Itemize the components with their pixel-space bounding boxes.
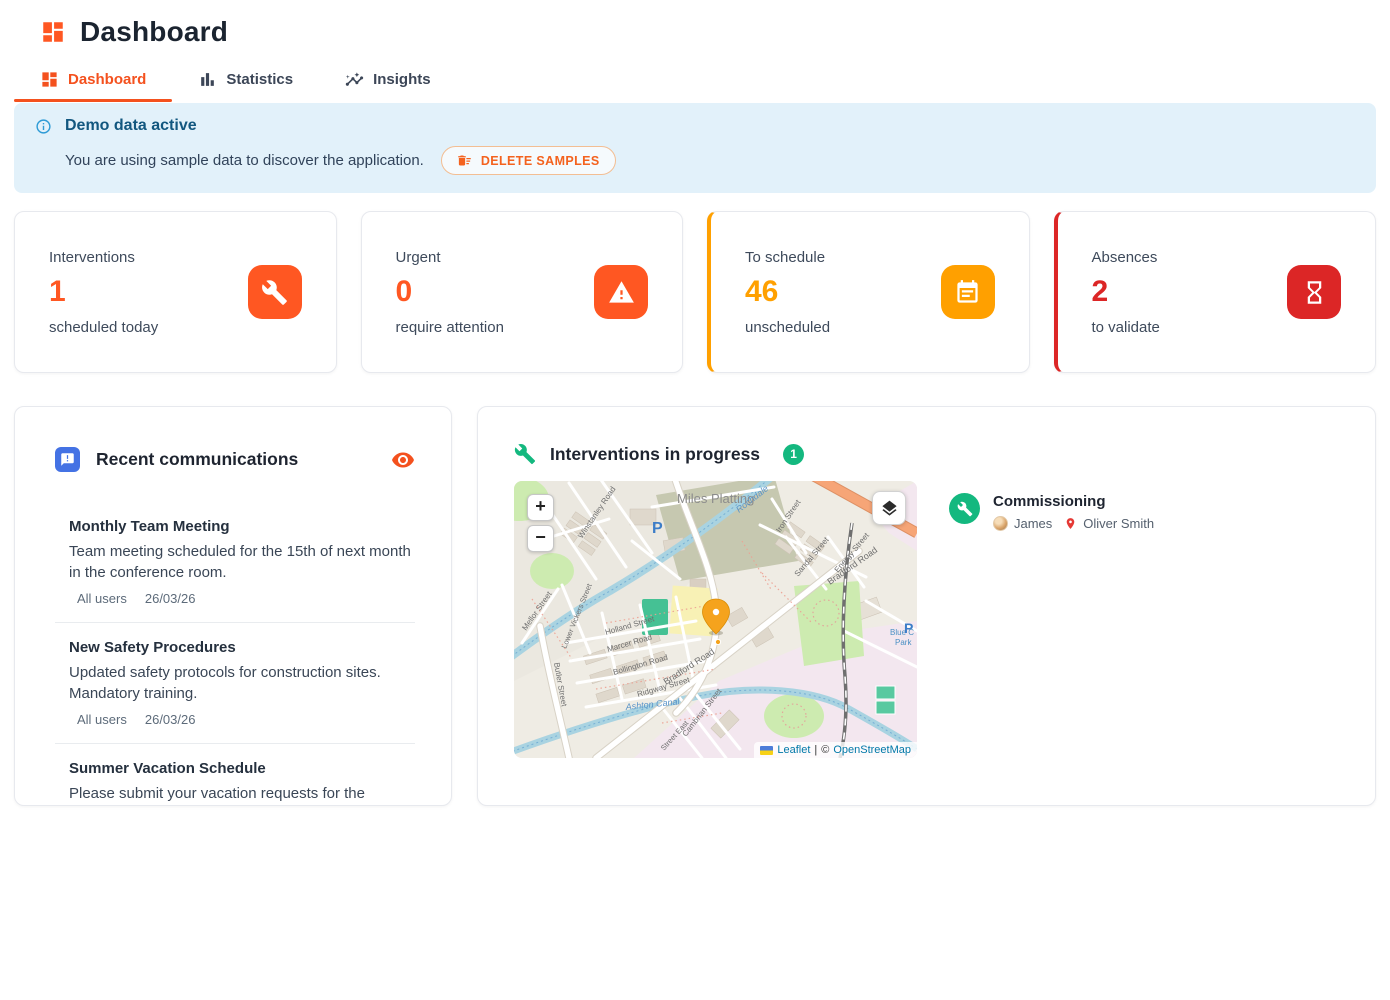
leaflet-map[interactable]: Miles Platting Rochdale Winstanley Road …: [514, 481, 917, 758]
avatar: [993, 516, 1008, 531]
parking-icon: P: [904, 620, 913, 636]
layers-button[interactable]: [872, 491, 906, 525]
tab-label: Dashboard: [68, 71, 146, 88]
stat-label: Interventions: [49, 249, 158, 266]
stat-value: 0: [396, 275, 504, 309]
layers-icon: [880, 499, 899, 518]
delete-samples-label: DELETE SAMPLES: [481, 154, 600, 168]
openstreetmap-link[interactable]: OpenStreetMap: [833, 744, 911, 756]
stat-card-absences[interactable]: Absences 2 to validate: [1054, 211, 1377, 373]
map-zoom-controls: + −: [527, 494, 554, 552]
stat-card-interventions[interactable]: Interventions 1 scheduled today: [14, 211, 337, 373]
communication-title: Summer Vacation Schedule: [69, 760, 415, 777]
app-header: Dashboard: [0, 0, 1390, 48]
map-area-label: Park: [895, 638, 912, 647]
delete-samples-button[interactable]: DELETE SAMPLES: [441, 146, 616, 175]
tab-statistics[interactable]: Statistics: [172, 60, 319, 102]
hourglass-icon: [1287, 265, 1341, 319]
info-icon: [35, 118, 52, 135]
communication-body: Team meeting scheduled for the 15th of n…: [69, 541, 415, 583]
interventions-title: Interventions in progress: [550, 444, 760, 465]
stat-sublabel: to validate: [1092, 319, 1160, 336]
intervention-item[interactable]: Commissioning James Oliver Smith: [949, 493, 1154, 758]
delete-sweep-icon: [457, 153, 472, 168]
stat-label: To schedule: [745, 249, 830, 266]
zoom-out-button[interactable]: −: [527, 525, 554, 552]
communication-title: Monthly Team Meeting: [69, 518, 415, 535]
wrench-icon: [949, 493, 980, 524]
communication-item[interactable]: New Safety Procedures Updated safety pro…: [55, 637, 415, 741]
stat-sublabel: require attention: [396, 319, 504, 336]
stat-sublabel: unscheduled: [745, 319, 830, 336]
stat-sublabel: scheduled today: [49, 319, 158, 336]
page-title: Dashboard: [80, 16, 228, 48]
eye-icon[interactable]: [391, 448, 415, 472]
warning-icon: [594, 265, 648, 319]
stat-card-to-schedule[interactable]: To schedule 46 unscheduled: [707, 211, 1030, 373]
map-tiles: Miles Platting Rochdale Winstanley Road …: [514, 481, 917, 758]
leaflet-link[interactable]: Leaflet: [777, 744, 810, 756]
banner-title: Demo data active: [65, 117, 197, 135]
map-attribution: Leaflet | © OpenStreetMap: [754, 742, 917, 758]
communication-audience: All users: [77, 712, 127, 727]
zoom-in-button[interactable]: +: [527, 494, 554, 521]
bar-chart-icon: [198, 70, 217, 89]
announcement-icon: [55, 447, 80, 472]
communication-date: 26/03/26: [145, 591, 196, 606]
dashboard-tab-icon: [40, 70, 59, 89]
wrench-icon: [248, 265, 302, 319]
attribution-copyright: ©: [821, 744, 829, 756]
stat-value: 2: [1092, 275, 1160, 309]
stat-value: 1: [49, 275, 158, 309]
bottom-panels: Recent communications Monthly Team Meeti…: [14, 406, 1376, 806]
stat-value: 46: [745, 275, 830, 309]
interventions-count-badge: 1: [783, 444, 804, 465]
wrench-icon: [514, 443, 536, 465]
communication-item[interactable]: Summer Vacation Schedule Please submit y…: [55, 758, 415, 806]
location-pin-icon: [1064, 517, 1077, 530]
tab-label: Insights: [373, 71, 431, 88]
demo-data-banner: Demo data active You are using sample da…: [14, 103, 1376, 193]
stat-label: Absences: [1092, 249, 1160, 266]
tab-bar: Dashboard Statistics Insights: [0, 60, 1390, 102]
communications-title: Recent communications: [96, 449, 375, 470]
divider: [55, 622, 415, 623]
communication-item[interactable]: Monthly Team Meeting Team meeting schedu…: [55, 516, 415, 620]
parking-icon: P: [652, 520, 663, 537]
intervention-title: Commissioning: [993, 493, 1154, 510]
communication-body: Please submit your vacation requests for…: [69, 783, 415, 804]
communication-date: 26/03/26: [145, 712, 196, 727]
communication-body: Updated safety protocols for constructio…: [69, 662, 415, 704]
banner-message: You are using sample data to discover th…: [65, 152, 424, 169]
technician-name: James: [1014, 516, 1052, 531]
insights-icon: [345, 70, 364, 89]
client-name: Oliver Smith: [1083, 516, 1154, 531]
tab-dashboard[interactable]: Dashboard: [14, 60, 172, 102]
ukraine-flag-icon: [760, 746, 773, 755]
stat-card-urgent[interactable]: Urgent 0 require attention: [361, 211, 684, 373]
tab-insights[interactable]: Insights: [319, 60, 457, 102]
stats-row: Interventions 1 scheduled today Urgent 0…: [14, 211, 1376, 373]
interventions-panel: Interventions in progress 1: [477, 406, 1376, 806]
communications-list: Monthly Team Meeting Team meeting schedu…: [55, 516, 415, 806]
divider: [55, 743, 415, 744]
tab-label: Statistics: [226, 71, 293, 88]
calendar-icon: [941, 265, 995, 319]
recent-communications-panel: Recent communications Monthly Team Meeti…: [14, 406, 452, 806]
communication-title: New Safety Procedures: [69, 639, 415, 656]
stat-label: Urgent: [396, 249, 504, 266]
dashboard-logo-icon: [40, 19, 66, 45]
communication-audience: All users: [77, 591, 127, 606]
attribution-separator: |: [814, 744, 817, 756]
